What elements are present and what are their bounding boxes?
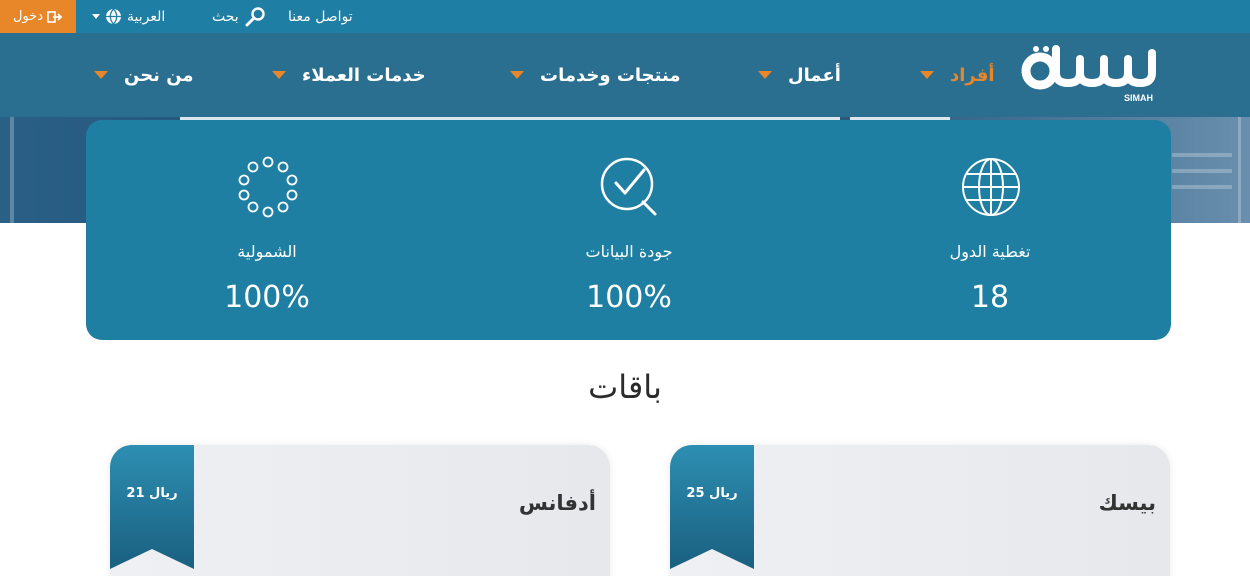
stat-value: 100% [224, 280, 310, 315]
chevron-down-icon [920, 71, 934, 79]
search-link[interactable]: بحث [212, 0, 266, 33]
chevron-down-icon [510, 71, 524, 79]
search-check-icon [600, 157, 657, 216]
package-name: أدفانس [518, 491, 596, 515]
globe-small-icon [106, 8, 121, 25]
nav-item-customer-services[interactable]: خدمات العملاء [272, 33, 426, 117]
hero-stripe [1172, 169, 1232, 173]
packages-title: باقات [588, 368, 662, 406]
contact-link[interactable]: تواصل معنا [288, 0, 353, 33]
stats-panel: تغطية الدول 18 جودة البيانات 100% الشمول… [86, 120, 1171, 340]
stat-value: 18 [970, 280, 1010, 315]
nav-item-about[interactable]: من نحن [94, 33, 194, 117]
package-card-advance[interactable]: 21 ريال أدفانس [110, 445, 610, 576]
chevron-down-icon [94, 71, 108, 79]
stat-data-quality: جودة البيانات 100% [509, 120, 749, 340]
chevron-down-icon [272, 71, 286, 79]
nav-label: أفراد [950, 64, 995, 86]
nav-item-individuals[interactable]: أفراد [920, 33, 995, 117]
hero-stripe [10, 117, 14, 223]
stat-value: 100% [586, 280, 672, 315]
language-label: العربية [127, 8, 166, 25]
login-button[interactable]: دخول [0, 0, 76, 33]
simah-logo[interactable]: SIMAH [1016, 41, 1156, 103]
nav-label: منتجات وخدمات [540, 64, 681, 86]
login-label: دخول [13, 9, 43, 24]
hero-stripe [1172, 185, 1232, 189]
package-price: 21 ريال [126, 486, 178, 501]
search-label: بحث [212, 8, 239, 25]
nav-label: من نحن [124, 64, 194, 86]
nav-label: خدمات العملاء [302, 64, 426, 86]
hero-stripe [1238, 117, 1241, 223]
nav-item-business[interactable]: أعمال [758, 33, 841, 117]
globe-icon [962, 158, 1020, 216]
package-name: بيسك [1098, 491, 1156, 515]
chevron-down-icon [92, 14, 100, 19]
language-selector[interactable]: العربية [92, 0, 165, 33]
price-ribbon-label-wrap: 21 ريال [110, 445, 194, 569]
search-icon [245, 6, 265, 26]
package-price: 25 ريال [686, 486, 738, 501]
stat-comprehensiveness: الشمولية 100% [147, 120, 387, 340]
nav-label: أعمال [788, 64, 841, 86]
stat-label: جودة البيانات [585, 242, 673, 261]
nav-item-products-services[interactable]: منتجات وخدمات [510, 33, 680, 117]
stat-label: تغطية الدول [949, 242, 1031, 261]
dots-circle-icon [238, 156, 298, 218]
login-icon [47, 10, 63, 23]
top-utility-bar: دخول العربية بحث تواصل معنا [0, 0, 1250, 33]
stat-countries: تغطية الدول 18 [870, 120, 1110, 340]
price-ribbon-label-wrap: 25 ريال [670, 445, 754, 569]
stat-label: الشمولية [237, 242, 297, 261]
logo-sub-text: SIMAH [1124, 93, 1153, 103]
contact-label: تواصل معنا [288, 8, 353, 25]
chevron-down-icon [758, 71, 772, 79]
package-card-basic[interactable]: 25 ريال بيسك [670, 445, 1170, 576]
hero-stripe [1172, 153, 1232, 157]
